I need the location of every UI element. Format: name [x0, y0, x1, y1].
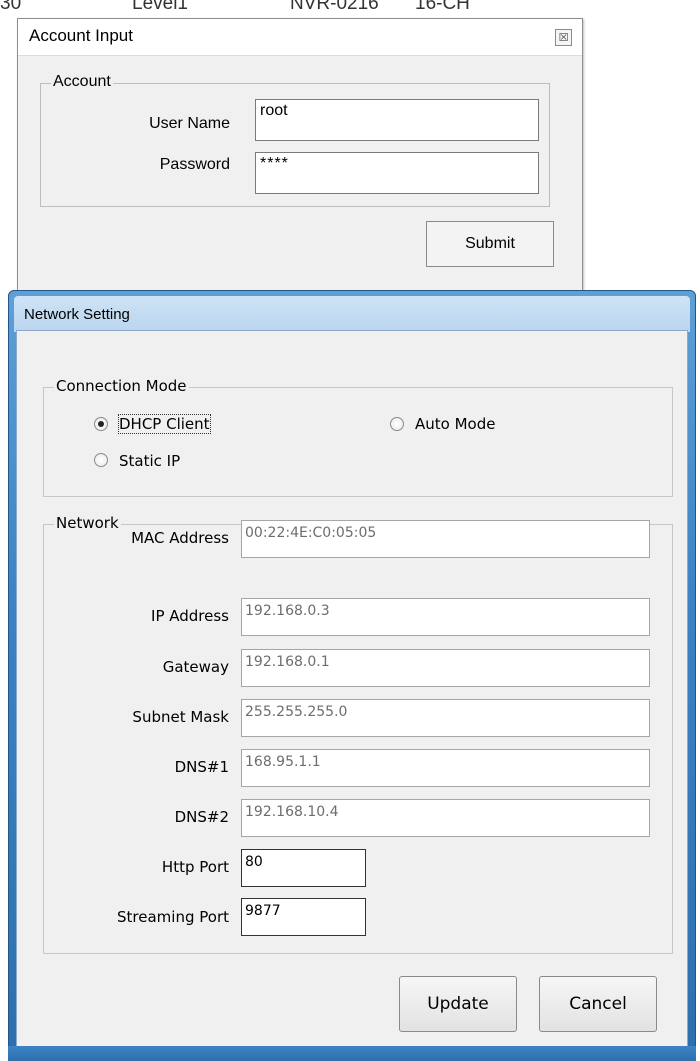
static-ip-radio[interactable]: [94, 453, 108, 467]
network-dialog-body: Connection Mode DHCP Client Auto Mode St…: [16, 330, 688, 1049]
username-label: User Name: [149, 115, 230, 132]
password-label: Password: [159, 156, 230, 173]
streaming-port-field[interactable]: 9877: [241, 898, 366, 936]
close-icon[interactable]: ☒: [555, 29, 572, 46]
cancel-button[interactable]: Cancel: [539, 976, 657, 1032]
subnet-mask-field[interactable]: 255.255.255.0: [241, 699, 650, 737]
auto-mode-label[interactable]: Auto Mode: [415, 415, 495, 433]
submit-button[interactable]: Submit: [426, 221, 554, 267]
bg-text: 30: [0, 0, 22, 14]
dns2-label: DNS#2: [174, 808, 229, 826]
network-dialog-title: Network Setting: [24, 306, 130, 323]
account-input-dialog: Account Input ☒ Account User Name root P…: [17, 18, 583, 300]
mac-address-field[interactable]: 00:22:4E:C0:05:05: [241, 520, 650, 558]
connection-mode-label: Connection Mode: [54, 377, 189, 395]
auto-mode-radio[interactable]: [390, 417, 404, 431]
bg-text: NVR-0216: [290, 0, 379, 14]
dns1-field[interactable]: 168.95.1.1: [241, 749, 650, 787]
streaming-port-label: Streaming Port: [117, 908, 229, 926]
static-ip-label[interactable]: Static IP: [119, 452, 180, 470]
account-dialog-title: Account Input: [29, 26, 133, 45]
connection-mode-group: Connection Mode: [43, 377, 673, 497]
dhcp-client-radio[interactable]: [94, 417, 108, 431]
dhcp-client-label[interactable]: DHCP Client: [118, 414, 211, 434]
http-port-field[interactable]: 80: [241, 849, 366, 887]
gateway-label: Gateway: [162, 658, 229, 676]
subnet-mask-label: Subnet Mask: [132, 708, 229, 726]
username-input[interactable]: root: [255, 99, 539, 141]
mac-address-label: MAC Address: [131, 529, 229, 547]
gateway-field[interactable]: 192.168.0.1: [241, 649, 650, 687]
dns2-field[interactable]: 192.168.10.4: [241, 799, 650, 837]
bg-text: Level1: [132, 0, 188, 14]
password-input[interactable]: ****: [255, 152, 539, 194]
background-window-strip: 30 Level1 NVR-0216 16-CH: [0, 0, 700, 20]
network-group: Network: [43, 514, 673, 954]
dns1-label: DNS#1: [174, 758, 229, 776]
update-button[interactable]: Update: [399, 976, 517, 1032]
ip-address-label: IP Address: [151, 607, 229, 625]
network-dialog-bottom-frame: [8, 1046, 696, 1061]
bg-text: 16-CH: [415, 0, 470, 14]
account-dialog-titlebar: Account Input ☒: [18, 19, 582, 56]
network-dialog-titlebar: Network Setting: [14, 296, 690, 332]
account-group-label: Account: [51, 73, 113, 91]
ip-address-field[interactable]: 192.168.0.3: [241, 598, 650, 636]
http-port-label: Http Port: [161, 858, 229, 876]
